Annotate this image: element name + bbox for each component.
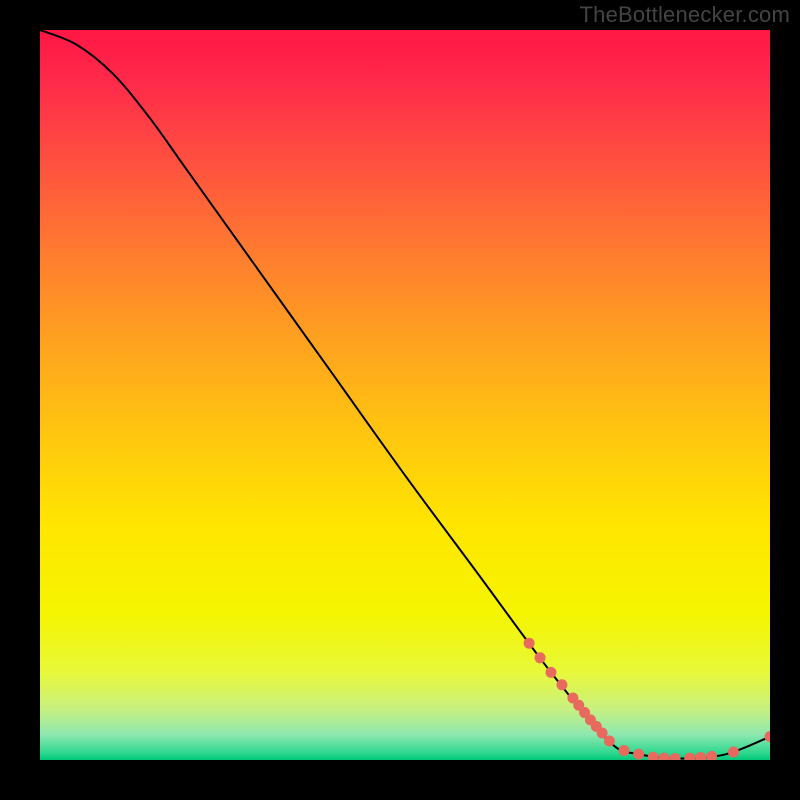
data-marker	[535, 652, 546, 663]
gradient-background	[40, 30, 770, 760]
data-marker	[524, 638, 535, 649]
data-marker	[633, 749, 644, 760]
chart-container: TheBottlenecker.com	[0, 0, 800, 800]
data-marker	[556, 679, 567, 690]
plot-area	[40, 30, 770, 760]
chart-svg	[40, 30, 770, 760]
data-marker	[604, 736, 615, 747]
data-marker	[728, 746, 739, 757]
data-marker	[619, 745, 630, 756]
data-marker	[546, 667, 557, 678]
attribution-text: TheBottlenecker.com	[580, 2, 790, 28]
